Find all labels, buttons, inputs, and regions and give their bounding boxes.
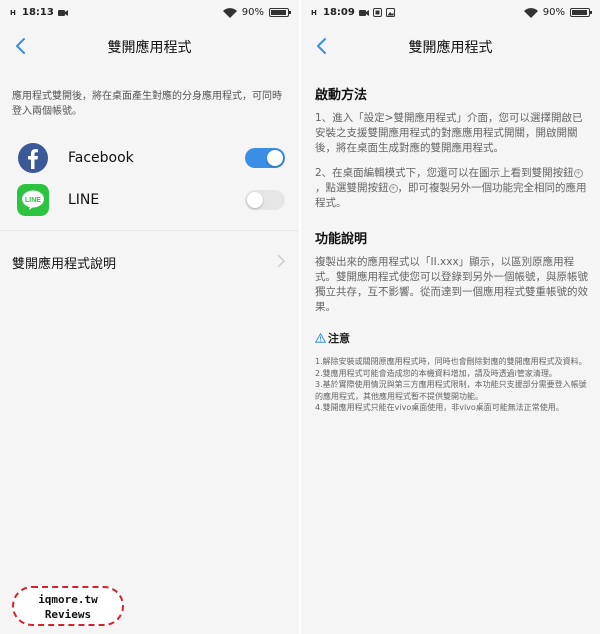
note-item: 3.基於實際使用情況與第三方應用程式限制，本功能只支援部分需要登入帳號的應用程式… — [315, 380, 587, 401]
right-screen: H 18:09 90% 雙開應用程式 啟動方法 1、進入「設定>雙開應用程式」介… — [301, 0, 600, 634]
description-text: 應用程式雙開後，將在桌面產生對應的分身應用程式，可同時登入兩個帳號。 — [12, 91, 282, 117]
launch-step-2: 2、在桌面編輯模式下，您還可以在圖示上看到雙開按鈕 +，點選雙開按鈕 + ，即可複製另… — [315, 166, 590, 211]
app-name: Facebook — [68, 150, 134, 166]
video-icon — [57, 9, 68, 16]
signal-indicator: H — [311, 8, 317, 17]
facebook-icon — [18, 143, 48, 173]
nav-bar: 雙開應用程式 — [0, 28, 299, 64]
section-divider — [0, 230, 299, 231]
status-bar: H 18:09 90% — [301, 0, 600, 26]
note-item: 1.解除安裝或關閉原應用程式時，同時也會刪除對應的雙開應用程式及資料。 — [315, 357, 587, 366]
line-dual-toggle[interactable] — [245, 190, 285, 210]
warning-title: 注意 — [328, 332, 350, 345]
page-title: 雙開應用程式 — [107, 40, 192, 56]
section-title-launch: 啟動方法 — [315, 88, 368, 103]
toggle-knob — [247, 192, 263, 208]
wifi-icon — [222, 7, 237, 18]
warning-heading: 注意 — [315, 330, 590, 346]
nav-bar: 雙開應用程式 — [301, 28, 600, 64]
image-icon — [385, 8, 395, 17]
app-name: LINE — [68, 192, 100, 208]
app-row-line: LINE LINE — [0, 180, 299, 220]
help-row[interactable]: 雙開應用程式說明 — [0, 246, 299, 276]
battery-icon — [269, 8, 291, 17]
svg-text:LINE: LINE — [25, 197, 41, 204]
app-row-facebook: Facebook — [0, 138, 299, 178]
help-label: 雙開應用程式說明 — [12, 257, 117, 272]
watermark-logo: iqmore.tw Reviews — [12, 586, 124, 626]
video-icon — [358, 9, 369, 16]
status-bar: H 18:13 90% — [0, 0, 299, 26]
battery-percent: 90% — [542, 7, 565, 18]
plus-circle-icon: + — [388, 184, 398, 193]
watermark-line1: iqmore.tw — [38, 593, 98, 606]
wifi-icon — [523, 7, 538, 18]
battery-percent: 90% — [241, 7, 264, 18]
feature-text: 複製出來的應用程式以「II.xxx」顯示，以區別原應用程式。雙開應用程式使您可以… — [315, 256, 588, 313]
note-item: 4.雙開應用程式只能在vivo桌面使用，非vivo桌面可能無法正常使用。 — [315, 403, 564, 412]
step2-text-a: 2、在桌面編輯模式下，您還可以在圖示上看到雙開按鈕 — [315, 167, 574, 179]
step2-text-b: ，點選雙開按鈕 — [315, 182, 389, 194]
watermark-line2: Reviews — [44, 608, 92, 621]
launch-step-1: 1、進入「設定>雙開應用程式」介面，您可以選擇開啟已安裝之支援雙開應用程式的對應… — [315, 112, 583, 154]
note-item: 2.雙應用程式可能會造成您的本機資料增加，請及時透過i管家清理。 — [315, 368, 557, 378]
status-time: 18:13 — [22, 7, 54, 18]
notification-icon — [372, 8, 382, 17]
battery-icon — [570, 8, 592, 17]
signal-indicator: H — [10, 8, 16, 17]
status-time: 18:09 — [323, 7, 355, 18]
plus-circle-icon: + — [573, 169, 583, 178]
facebook-dual-toggle[interactable] — [245, 148, 285, 168]
note-list: 1.解除安裝或關閉原應用程式時，同時也會刪除對應的雙開應用程式及資料。 2.雙應… — [315, 356, 590, 414]
warning-icon — [315, 333, 326, 343]
chevron-right-icon — [277, 254, 285, 268]
left-screen: H 18:13 90% 雙開應用程式 應用程式雙開後，將在桌面產生對應的分身應用… — [0, 0, 299, 634]
toggle-knob — [267, 150, 283, 166]
line-icon: LINE — [17, 184, 49, 216]
page-title: 雙開應用程式 — [408, 40, 493, 56]
section-title-feature: 功能說明 — [315, 232, 368, 247]
